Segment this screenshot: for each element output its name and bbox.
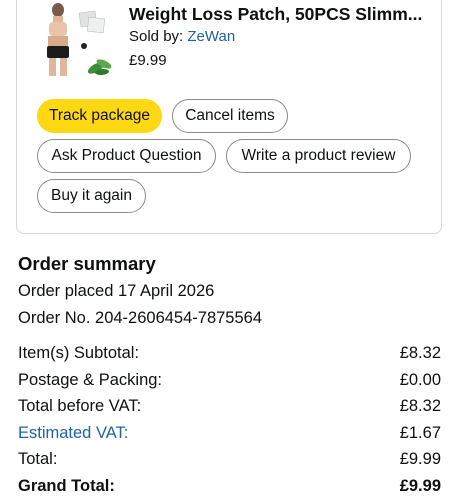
summary-label: Total before VAT:	[18, 396, 142, 415]
sold-by-line: Sold by: ZeWan	[129, 28, 235, 45]
product-image-icon	[47, 3, 112, 76]
summary-value: £9.99	[399, 449, 441, 468]
summary-row-subtotal: Item(s) Subtotal: £8.32	[18, 342, 441, 364]
product-title[interactable]: Weight Loss Patch, 50PCS Slimm...	[129, 4, 429, 25]
summary-label: Grand Total:	[18, 476, 115, 495]
product-price: £9.99	[129, 52, 167, 69]
product-thumbnail[interactable]	[36, 2, 116, 78]
summary-row-postage: Postage & Packing: £0.00	[18, 369, 441, 391]
summary-label: Item(s) Subtotal:	[18, 343, 140, 362]
summary-label: Total:	[18, 449, 58, 468]
summary-value: £9.99	[399, 476, 441, 495]
order-placed-date: Order placed 17 April 2026	[18, 282, 215, 300]
summary-value: £0.00	[399, 370, 441, 389]
write-review-button[interactable]: Write a product review	[226, 139, 411, 173]
cancel-items-button[interactable]: Cancel items	[172, 99, 288, 133]
order-number: Order No. 204-2606454-7875564	[18, 309, 263, 327]
sold-by-label: Sold by:	[129, 28, 184, 45]
track-package-button[interactable]: Track package	[37, 99, 162, 133]
summary-row-grand-total: Grand Total: £9.99	[18, 475, 441, 497]
summary-label: Postage & Packing:	[18, 370, 163, 389]
buy-it-again-button[interactable]: Buy it again	[37, 179, 146, 213]
ask-product-question-button[interactable]: Ask Product Question	[37, 139, 216, 173]
estimated-vat-link[interactable]: Estimated VAT:	[18, 424, 128, 443]
summary-value: £1.67	[399, 423, 441, 442]
summary-row-total: Total: £9.99	[18, 448, 441, 470]
summary-row-estimated-vat: Estimated VAT: £1.67	[18, 422, 441, 444]
summary-row-before-vat: Total before VAT: £8.32	[18, 395, 441, 417]
seller-link[interactable]: ZeWan	[187, 28, 235, 45]
summary-value: £8.32	[399, 396, 441, 415]
summary-value: £8.32	[399, 343, 441, 362]
order-summary-title: Order summary	[18, 253, 156, 274]
